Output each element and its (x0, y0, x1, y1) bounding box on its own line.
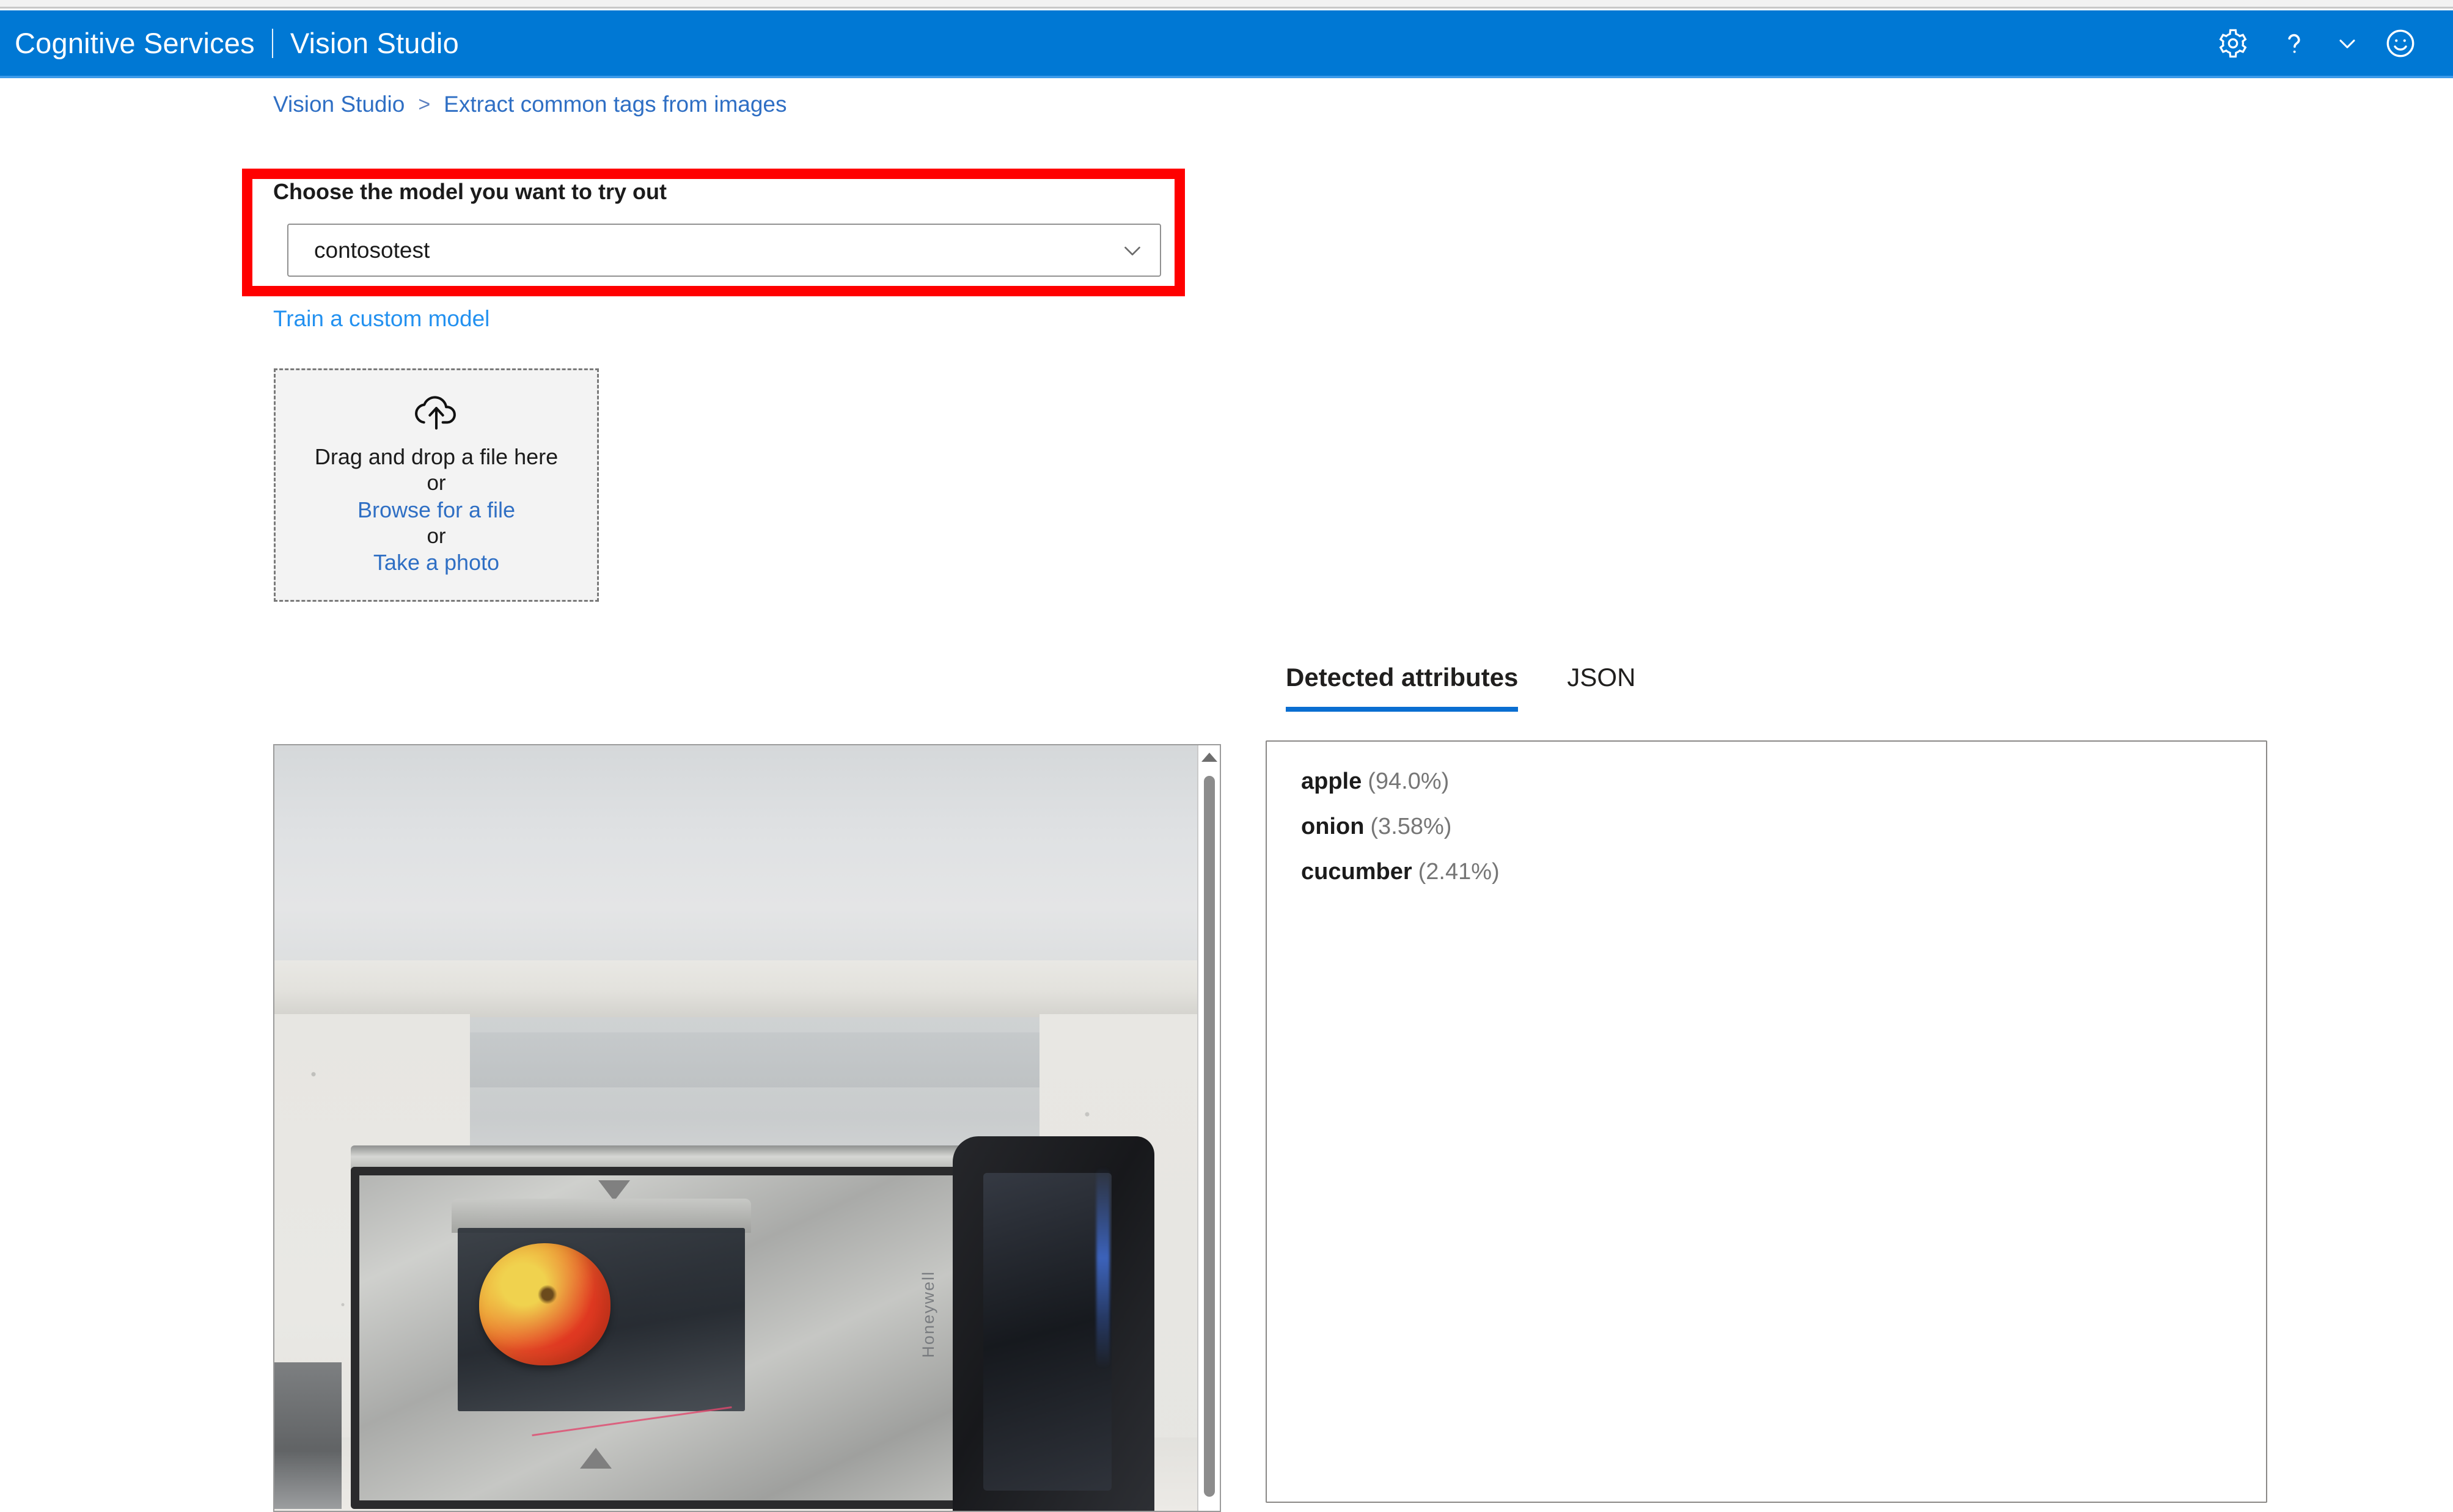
preview-vertical-scrollbar[interactable] (1197, 745, 1220, 1511)
attribute-name: cucumber (1301, 859, 1412, 885)
breadcrumb: Vision Studio > Extract common tags from… (273, 92, 787, 117)
app-header: Cognitive Services Vision Studio (0, 10, 2453, 76)
cloud-upload-icon (410, 392, 463, 430)
browser-chrome-strip (0, 0, 2453, 9)
question-mark-icon (2278, 27, 2310, 59)
photo-terminal-screen (983, 1173, 1112, 1491)
attribute-confidence: (94.0%) (1368, 769, 1450, 794)
breadcrumb-root-link[interactable]: Vision Studio (273, 92, 405, 117)
detected-attributes-panel: apple (94.0%) onion (3.58%) cucumber (2.41%… (1266, 740, 2267, 1503)
model-dropdown-value: contosotest (314, 237, 430, 263)
gear-icon (2217, 27, 2249, 59)
list-item: cucumber (2.41%) (1301, 860, 2266, 883)
list-item: onion (3.58%) (1301, 815, 2266, 838)
attribute-name: onion (1301, 814, 1365, 839)
photo-triangle-marker-top (598, 1180, 630, 1201)
dropzone-primary-text: Drag and drop a file here (314, 444, 559, 469)
list-item: apple (94.0%) (1301, 770, 2266, 793)
help-button[interactable] (2264, 10, 2325, 76)
breadcrumb-separator-icon: > (418, 92, 431, 116)
smiley-face-icon (2384, 27, 2417, 60)
attribute-confidence: (3.58%) (1370, 814, 1452, 839)
tab-json[interactable]: JSON (1567, 663, 1635, 712)
triangle-up-icon[interactable] (1201, 753, 1217, 762)
take-a-photo-link[interactable]: Take a photo (373, 549, 499, 576)
model-dropdown[interactable]: contosotest (287, 224, 1161, 277)
brand-secondary-label: Vision Studio (290, 27, 459, 59)
chevron-down-icon (2334, 30, 2361, 57)
dropzone-or-1: or (427, 470, 446, 495)
feedback-button[interactable] (2370, 10, 2431, 76)
photo-terminal-blue-glow (1096, 1167, 1110, 1368)
header-accent-line (0, 76, 2453, 78)
vision-studio-page: Cognitive Services Vision Studio Vision … (0, 0, 2453, 1512)
photo-triangle-marker-bottom (580, 1448, 612, 1469)
file-dropzone[interactable]: Drag and drop a file here or Browse for … (274, 368, 599, 602)
attributes-list: apple (94.0%) onion (3.58%) cucumber (2.41%… (1267, 742, 2266, 883)
results-tablist: Detected attributes JSON (1286, 663, 1635, 712)
chevron-down-icon (1118, 236, 1146, 265)
header-actions (2202, 10, 2431, 76)
model-chooser-label: Choose the model you want to try out (273, 179, 667, 204)
uploaded-photo: Honeywell (274, 745, 1198, 1511)
attribute-confidence: (2.41%) (1418, 859, 1500, 885)
attribute-name: apple (1301, 769, 1362, 794)
help-menu-toggle[interactable] (2325, 10, 2370, 76)
photo-apple (479, 1243, 610, 1365)
settings-button[interactable] (2202, 10, 2264, 76)
dropzone-or-2: or (427, 524, 446, 548)
browse-for-file-link[interactable]: Browse for a file (358, 497, 515, 524)
photo-brand-label: Honeywell (919, 1271, 937, 1358)
brand-primary-label: Cognitive Services (15, 27, 255, 59)
photo-ceiling (274, 745, 1198, 962)
photo-counter-edge (274, 960, 1198, 1019)
breadcrumb-current-link[interactable]: Extract common tags from images (444, 92, 787, 117)
image-preview-panel: Honeywell (273, 744, 1221, 1512)
train-custom-model-link[interactable]: Train a custom model (273, 306, 490, 332)
photo-dark-area-left (274, 1362, 342, 1509)
tab-detected-attributes[interactable]: Detected attributes (1286, 663, 1519, 712)
scrollbar-thumb[interactable] (1203, 776, 1215, 1497)
brand-title: Cognitive Services Vision Studio (15, 26, 459, 60)
brand-divider (271, 28, 273, 58)
